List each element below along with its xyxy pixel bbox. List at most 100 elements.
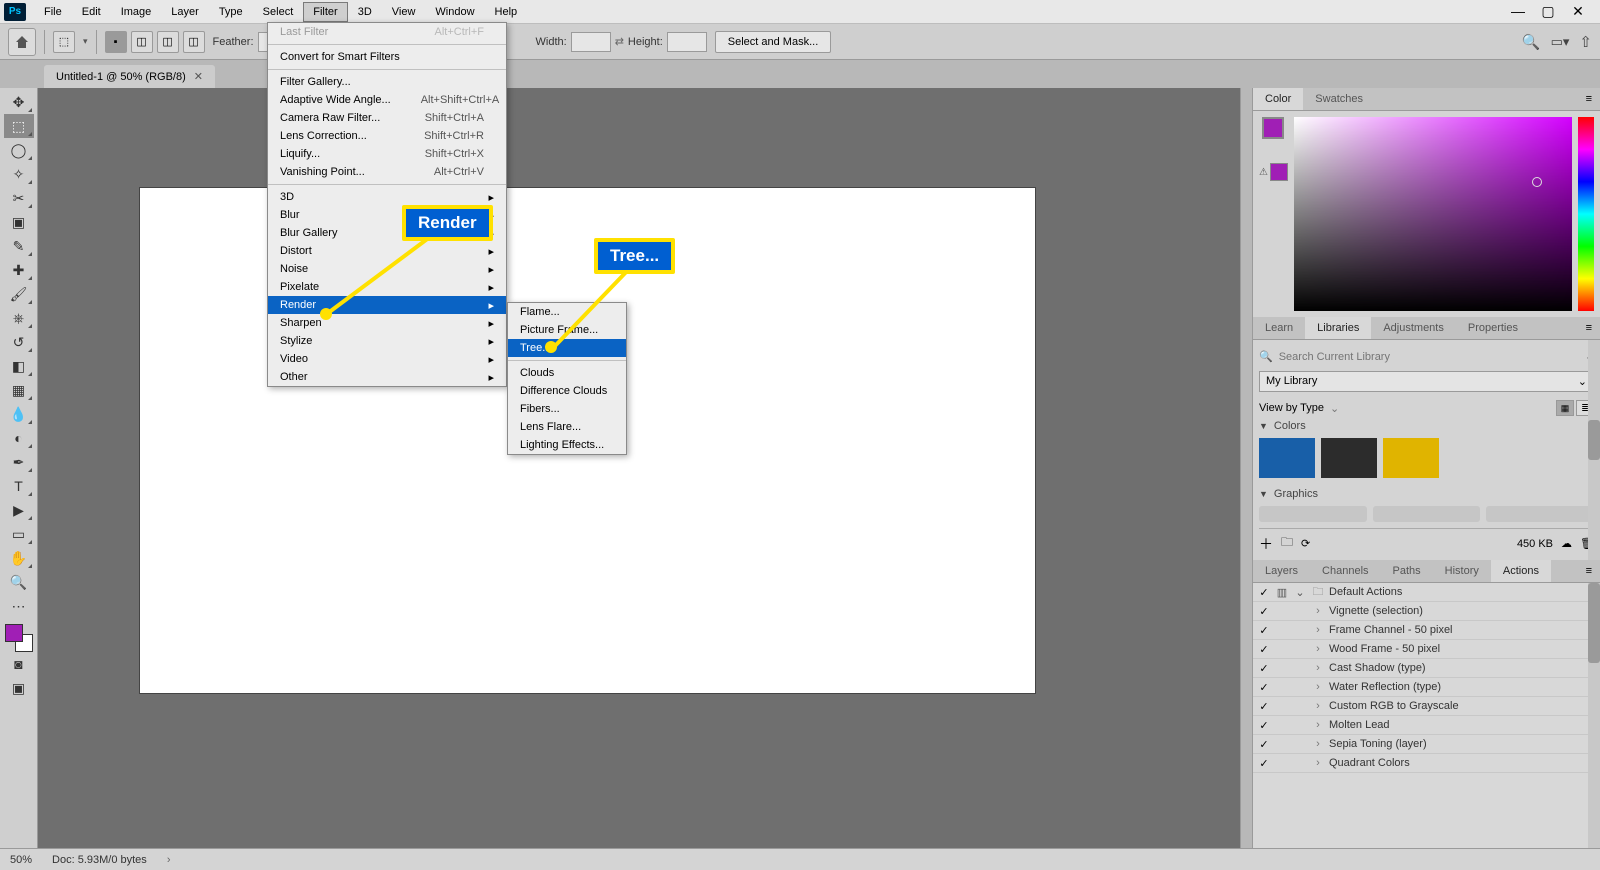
move-tool[interactable]: ✥ <box>4 90 34 114</box>
selection-intersect-icon[interactable]: ◫ <box>183 31 205 53</box>
search-icon[interactable]: 🔍 <box>1522 33 1541 51</box>
path-select-tool[interactable]: ▶ <box>4 498 34 522</box>
panel-collapse-handle[interactable] <box>1240 88 1252 848</box>
zoom-level[interactable]: 50% <box>10 854 32 866</box>
screen-mode-toggle[interactable]: ▣ <box>4 676 34 700</box>
action-row[interactable]: ✓›Vignette (selection) <box>1253 602 1600 621</box>
close-tab-icon[interactable]: ✕ <box>194 70 203 83</box>
library-swatch[interactable] <box>1383 438 1439 478</box>
selection-new-icon[interactable]: ▪ <box>105 31 127 53</box>
tab-history[interactable]: History <box>1433 560 1491 582</box>
chevron-down-icon[interactable]: ⌄ <box>1330 402 1339 415</box>
gradient-tool[interactable]: ▦ <box>4 378 34 402</box>
panel-menu-icon[interactable]: ≡ <box>1578 561 1600 581</box>
action-row[interactable]: ✓›Sepia Toning (layer) <box>1253 735 1600 754</box>
workspace-switcher-icon[interactable]: ▭▾ <box>1551 34 1570 50</box>
tab-actions[interactable]: Actions <box>1491 560 1551 582</box>
tab-learn[interactable]: Learn <box>1253 317 1305 339</box>
eyedropper-tool[interactable]: ✎ <box>4 234 34 258</box>
height-input[interactable] <box>667 32 707 52</box>
action-row[interactable]: ✓▥⌄🗀Default Actions <box>1253 583 1600 602</box>
library-swatch[interactable] <box>1321 438 1377 478</box>
minimize-button[interactable]: — <box>1506 3 1530 20</box>
crop-tool[interactable]: ✂ <box>4 186 34 210</box>
add-folder-icon[interactable]: 🗀 <box>1281 533 1293 554</box>
bg-swatch[interactable] <box>1270 163 1288 181</box>
close-button[interactable]: ✕ <box>1566 3 1590 20</box>
share-icon[interactable]: ⇧ <box>1579 33 1592 51</box>
tab-swatches[interactable]: Swatches <box>1303 88 1375 110</box>
grid-view-icon[interactable]: ▦ <box>1556 400 1574 416</box>
quick-mask-toggle[interactable]: ◙ <box>4 652 34 676</box>
history-brush-tool[interactable]: ↺ <box>4 330 34 354</box>
dodge-tool[interactable]: ◐ <box>4 426 34 450</box>
action-row[interactable]: ✓›Wood Frame - 50 pixel <box>1253 640 1600 659</box>
menu-select[interactable]: Select <box>253 2 304 22</box>
color-wells[interactable] <box>5 624 33 652</box>
panel-menu-icon[interactable]: ≡ <box>1578 318 1600 338</box>
menu-3d[interactable]: 3D <box>348 2 382 22</box>
action-row[interactable]: ✓›Molten Lead <box>1253 716 1600 735</box>
tab-properties[interactable]: Properties <box>1456 317 1530 339</box>
tab-channels[interactable]: Channels <box>1310 560 1380 582</box>
type-tool[interactable]: T <box>4 474 34 498</box>
zoom-tool[interactable]: 🔍 <box>4 570 34 594</box>
width-input[interactable] <box>571 32 611 52</box>
menu-view[interactable]: View <box>382 2 426 22</box>
menuitem-camera-raw-filter-[interactable]: Camera Raw Filter...Shift+Ctrl+A <box>268 109 506 127</box>
home-button[interactable] <box>8 28 36 56</box>
healing-brush-tool[interactable]: ✚ <box>4 258 34 282</box>
pen-tool[interactable]: ✒ <box>4 450 34 474</box>
menu-window[interactable]: Window <box>425 2 484 22</box>
menuitem-video[interactable]: Video▸ <box>268 350 506 368</box>
action-row[interactable]: ✓›Frame Channel - 50 pixel <box>1253 621 1600 640</box>
menu-filter[interactable]: Filter <box>303 2 347 22</box>
menuitem-3d[interactable]: 3D▸ <box>268 188 506 206</box>
libraries-sync-icon[interactable]: ⟳ <box>1301 537 1310 550</box>
menuitem-liquify-[interactable]: Liquify...Shift+Ctrl+X <box>268 145 506 163</box>
hand-tool[interactable]: ✋ <box>4 546 34 570</box>
menuitem-other[interactable]: Other▸ <box>268 368 506 386</box>
swap-dims-icon[interactable]: ⇄ <box>615 35 624 48</box>
scrollbar[interactable] <box>1588 583 1600 848</box>
maximize-button[interactable]: ▢ <box>1536 3 1560 20</box>
tab-paths[interactable]: Paths <box>1381 560 1433 582</box>
selection-add-icon[interactable]: ◫ <box>131 31 153 53</box>
action-row[interactable]: ✓›Custom RGB to Grayscale <box>1253 697 1600 716</box>
menu-image[interactable]: Image <box>111 2 162 22</box>
color-field[interactable] <box>1294 117 1572 311</box>
status-chevron-icon[interactable]: › <box>167 854 171 866</box>
menuitem-vanishing-point-[interactable]: Vanishing Point...Alt+Ctrl+V <box>268 163 506 181</box>
fg-swatch[interactable] <box>1262 117 1284 139</box>
scrollbar[interactable] <box>1588 340 1600 560</box>
menuitem-lens-correction-[interactable]: Lens Correction...Shift+Ctrl+R <box>268 127 506 145</box>
clone-stamp-tool[interactable]: ⎈ <box>4 306 34 330</box>
marquee-preset-icon[interactable]: ⬚ <box>53 31 75 53</box>
menuitem-difference-clouds[interactable]: Difference Clouds <box>508 382 626 400</box>
select-and-mask-button[interactable]: Select and Mask... <box>715 31 832 53</box>
magic-wand-tool[interactable]: ✧ <box>4 162 34 186</box>
menu-type[interactable]: Type <box>209 2 253 22</box>
menu-layer[interactable]: Layer <box>161 2 209 22</box>
library-search-input[interactable] <box>1279 351 1579 363</box>
hue-slider[interactable] <box>1578 117 1594 311</box>
menu-file[interactable]: File <box>34 2 72 22</box>
menuitem-lens-flare-[interactable]: Lens Flare... <box>508 418 626 436</box>
menuitem-lighting-effects-[interactable]: Lighting Effects... <box>508 436 626 454</box>
action-row[interactable]: ✓›Water Reflection (type) <box>1253 678 1600 697</box>
action-row[interactable]: ✓›Cast Shadow (type) <box>1253 659 1600 678</box>
menuitem-adaptive-wide-angle-[interactable]: Adaptive Wide Angle...Alt+Shift+Ctrl+A <box>268 91 506 109</box>
brush-tool[interactable]: 🖌 <box>4 282 34 306</box>
menu-edit[interactable]: Edit <box>72 2 111 22</box>
document-tab[interactable]: Untitled-1 @ 50% (RGB/8) ✕ <box>44 65 215 88</box>
lasso-tool[interactable]: ◯ <box>4 138 34 162</box>
tab-layers[interactable]: Layers <box>1253 560 1310 582</box>
action-row[interactable]: ✓›Quadrant Colors <box>1253 754 1600 773</box>
eraser-tool[interactable]: ◧ <box>4 354 34 378</box>
tab-color[interactable]: Color <box>1253 88 1303 110</box>
add-content-icon[interactable]: ＋ <box>1259 534 1273 554</box>
menuitem-fibers-[interactable]: Fibers... <box>508 400 626 418</box>
rectangle-tool[interactable]: ▭ <box>4 522 34 546</box>
menu-help[interactable]: Help <box>485 2 528 22</box>
menuitem-filter-gallery-[interactable]: Filter Gallery... <box>268 73 506 91</box>
